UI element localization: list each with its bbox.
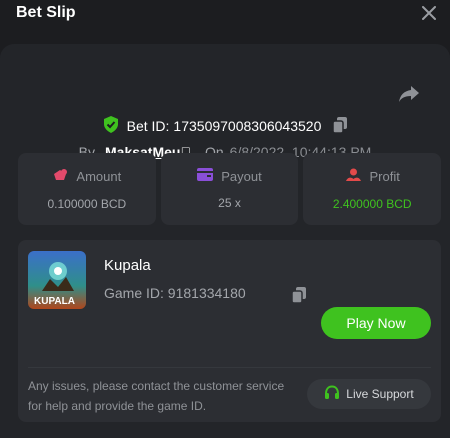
stat-payout-value: 25 x — [218, 196, 241, 210]
copy-game-id-icon[interactable] — [291, 287, 306, 308]
headset-icon — [324, 385, 340, 403]
game-name: Kupala — [104, 257, 151, 274]
stat-profit: Profit 2.400000 BCD — [303, 153, 442, 225]
stat-profit-label: Profit — [369, 168, 400, 184]
close-icon[interactable] — [418, 2, 440, 24]
live-support-label: Live Support — [346, 387, 414, 401]
stat-payout-label: Payout — [221, 168, 262, 184]
bet-id-value: 1735097008306043520 — [173, 118, 322, 134]
wallet-icon — [197, 168, 214, 184]
stat-payout: Payout 25 x — [160, 153, 299, 225]
play-now-button[interactable]: Play Now — [321, 307, 431, 339]
bet-stats: Amount 0.100000 BCD Payout 25 x Profit 2… — [18, 153, 442, 225]
modal-title: Bet Slip — [16, 4, 76, 21]
amount-icon — [52, 168, 68, 185]
verified-shield-icon — [103, 116, 119, 136]
copy-bet-id-icon[interactable] — [332, 116, 348, 136]
stat-amount: Amount 0.100000 BCD — [18, 153, 156, 225]
live-support-button[interactable]: Live Support — [307, 379, 431, 409]
bet-id-label: Bet ID: — [126, 118, 170, 134]
bet-id-row: Bet ID: 1735097008306043520 — [0, 115, 450, 137]
thumb-logo-text: KUPALA — [34, 296, 75, 307]
game-thumbnail[interactable]: KUPALA — [28, 251, 86, 309]
stat-amount-value: 0.100000 BCD — [47, 196, 127, 211]
stat-profit-value: 2.400000 BCD — [332, 196, 412, 211]
share-icon[interactable] — [398, 84, 420, 104]
game-card: KUPALA Kupala Game ID: 9181334180 Play N… — [18, 240, 441, 422]
stat-amount-label: Amount — [76, 168, 122, 184]
divider — [28, 367, 431, 368]
support-note: Any issues, please contact the customer … — [28, 379, 285, 413]
bet-slip-modal: Bet Slip Bet ID: 1735097008306043520 By … — [0, 0, 450, 438]
game-id: Game ID: 9181334180 — [104, 285, 246, 301]
profit-icon — [345, 168, 362, 185]
